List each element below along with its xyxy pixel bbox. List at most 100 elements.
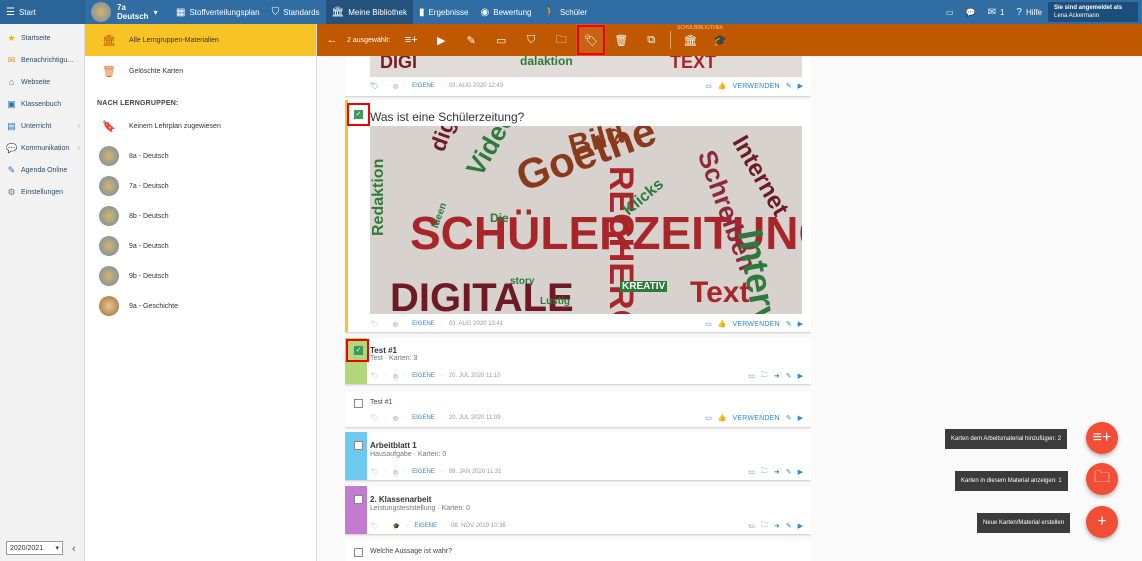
- card-checkbox[interactable]: [354, 441, 363, 450]
- material-card[interactable]: 2. Klassenarbeit Leistungsteststellung ·…: [345, 486, 811, 534]
- material-card[interactable]: DIGI dalaktion TEXT 🏷 · ◎ · EIGENE · 03. AUG 2…: [345, 56, 811, 96]
- sidebar-item-benachrichtigungen[interactable]: ✉ Benachrichtigu...: [0, 49, 84, 71]
- trash-icon[interactable]: 🗑: [606, 24, 636, 56]
- group-deleted-cards[interactable]: 🗑 Gelöschte Karten: [85, 56, 316, 86]
- chat-icon[interactable]: 💬: [960, 0, 982, 24]
- edit-icon[interactable]: ✎: [786, 522, 792, 530]
- add-to-list-icon[interactable]: ≡+: [396, 24, 426, 56]
- user-menu[interactable]: Sie sind angemeldet als Lena Ackermann: [1048, 2, 1138, 22]
- play-icon[interactable]: ▶: [798, 522, 803, 530]
- share-icon[interactable]: ➜: [774, 522, 780, 530]
- play-icon[interactable]: ▶: [798, 414, 803, 422]
- cast-icon[interactable]: ▭: [705, 82, 712, 90]
- group-9b-deutsch[interactable]: 9b - Deutsch: [85, 261, 316, 291]
- play-icon[interactable]: ▶: [798, 372, 803, 380]
- sidebar-item-unterricht[interactable]: ▤ Unterricht ›: [0, 115, 84, 137]
- library-icon: 🏛: [102, 34, 116, 47]
- play-icon[interactable]: ▶: [426, 24, 456, 56]
- cast-icon[interactable]: ▭: [748, 522, 755, 530]
- card-title: Welche Aussage ist wahr?: [370, 548, 452, 555]
- card-checkbox[interactable]: [354, 548, 363, 557]
- collapse-sidebar-icon[interactable]: ‹: [72, 543, 76, 555]
- start-button[interactable]: ☰ Start: [0, 0, 85, 24]
- folder-icon[interactable]: 🗀: [761, 467, 768, 478]
- folder-icon[interactable]: 🗀: [761, 371, 768, 382]
- avatar: [99, 176, 119, 196]
- fab-label: Neue Karten/Material erstellen: [977, 513, 1071, 533]
- edit-icon[interactable]: ✎: [786, 82, 792, 90]
- card-checkbox[interactable]: ✓: [354, 110, 363, 119]
- card-checkbox[interactable]: [354, 399, 363, 408]
- cast-icon[interactable]: ▭: [705, 414, 712, 422]
- folder-icon[interactable]: 🗀: [546, 24, 576, 56]
- nav-stoffverteilungsplan[interactable]: ▦ Stoffverteilungsplan: [170, 0, 266, 24]
- help-button[interactable]: ? Hilfe: [1010, 0, 1048, 24]
- group-all-materials[interactable]: 🏛 Alle Lerngruppen-Materialien: [85, 24, 316, 56]
- back-arrow-icon[interactable]: ←: [317, 24, 347, 56]
- cast-icon[interactable]: ▭: [748, 468, 755, 476]
- thumbs-up-icon[interactable]: 👍: [718, 414, 727, 422]
- material-card[interactable]: Test #1 🏷 · ◎ · EIGENE · 20. JUL 2020 11:09 ▭ 👍…: [345, 391, 811, 427]
- globe-icon: ◎: [392, 415, 399, 422]
- group-9a-geschichte[interactable]: 9a - Geschichte: [85, 291, 316, 321]
- thumbs-up-icon[interactable]: 👍: [718, 82, 727, 90]
- avatar: [99, 236, 119, 256]
- school-year-select[interactable]: 2020/2021 ▾: [6, 541, 63, 555]
- nav-standards[interactable]: ⛉ Standards: [266, 0, 326, 24]
- edit-icon[interactable]: ✎: [786, 372, 792, 380]
- avatar: [99, 296, 119, 316]
- cast-icon[interactable]: ▭: [748, 372, 755, 380]
- material-card[interactable]: Arbeitblatt 1 Hausaufgabe · Karten: 0 🏷 ·…: [345, 432, 811, 480]
- play-icon[interactable]: ▶: [798, 320, 803, 328]
- card-checkbox[interactable]: [354, 495, 363, 504]
- create-material-fab[interactable]: +: [1086, 506, 1118, 538]
- cast-icon[interactable]: ▭: [486, 24, 516, 56]
- book-icon: ▣: [7, 98, 16, 109]
- edit-icon[interactable]: ✎: [456, 24, 486, 56]
- mail-button[interactable]: ✉ 1: [982, 0, 1011, 24]
- group-9a-deutsch[interactable]: 9a - Deutsch: [85, 231, 316, 261]
- sidebar-item-agenda[interactable]: ✎ Agenda Online: [0, 159, 84, 181]
- group-8b-deutsch[interactable]: 8b - Deutsch: [85, 201, 316, 231]
- group-8a-deutsch[interactable]: 8a - Deutsch: [85, 141, 316, 171]
- card-checkbox[interactable]: ✓: [354, 346, 363, 355]
- show-cards-fab[interactable]: 🗀: [1086, 463, 1118, 495]
- copy-icon[interactable]: ⧉: [636, 24, 666, 56]
- nav-bewertung[interactable]: ◉ Bewertung: [475, 0, 538, 24]
- screen-icon[interactable]: ▭: [940, 0, 960, 24]
- play-icon[interactable]: ▶: [798, 468, 803, 476]
- sidebar-item-kommunikation[interactable]: 💬 Kommunikation ›: [0, 137, 84, 159]
- wordcloud-word: Text: [690, 276, 750, 309]
- tag-icon[interactable]: 🏷: [576, 24, 607, 56]
- group-unassigned[interactable]: 🔖 Keinem Lehrplan zugewiesen: [85, 111, 316, 141]
- edit-icon[interactable]: ✎: [786, 414, 792, 422]
- nav-schueler[interactable]: 🚶 Schüler: [537, 0, 593, 24]
- group-7a-deutsch[interactable]: 7a - Deutsch: [85, 171, 316, 201]
- divider: [670, 31, 672, 49]
- thumbs-up-icon[interactable]: 👍: [718, 320, 727, 328]
- sidebar-item-webseite[interactable]: ⌂ Webseite: [0, 71, 84, 93]
- sidebar-item-startseite[interactable]: ★ Startseite: [0, 27, 84, 49]
- nav-ergebnisse[interactable]: ▮ Ergebnisse: [413, 0, 475, 24]
- material-card-selected[interactable]: ✓ Test #1 Test · Karten: 3 🏷 · ◎ · EIGENE · 20…: [345, 338, 811, 384]
- use-button[interactable]: VERWENDEN: [733, 83, 780, 90]
- share-icon[interactable]: ➜: [774, 372, 780, 380]
- share-icon[interactable]: ➜: [774, 468, 780, 476]
- mail-count: 1: [999, 7, 1005, 17]
- sidebar-item-klassenbuch[interactable]: ▣ Klassenbuch: [0, 93, 84, 115]
- material-card[interactable]: Welche Aussage ist wahr?: [345, 540, 811, 561]
- material-card-selected[interactable]: ✓ Was ist eine Schülerzeitung? SCHÜLERZE…: [345, 100, 811, 332]
- use-button[interactable]: VERWENDEN: [733, 321, 780, 328]
- shield-icon[interactable]: ⛉: [516, 24, 546, 56]
- edit-icon[interactable]: ✎: [786, 320, 792, 328]
- edit-icon[interactable]: ✎: [786, 468, 792, 476]
- add-cards-fab[interactable]: ≡+: [1086, 422, 1118, 454]
- cast-icon[interactable]: ▭: [705, 320, 712, 328]
- sidebar-item-einstellungen[interactable]: ⚙ Einstellungen: [0, 181, 84, 203]
- nav-meine-bibliothek[interactable]: 🏛 Meine Bibliothek: [325, 0, 413, 24]
- class-selector[interactable]: 7a Deutsch ▾: [85, 0, 170, 24]
- use-button[interactable]: VERWENDEN: [733, 415, 780, 422]
- folder-icon[interactable]: 🗀: [761, 521, 768, 532]
- play-icon[interactable]: ▶: [798, 82, 803, 90]
- tag-icon: 🏷: [370, 321, 379, 328]
